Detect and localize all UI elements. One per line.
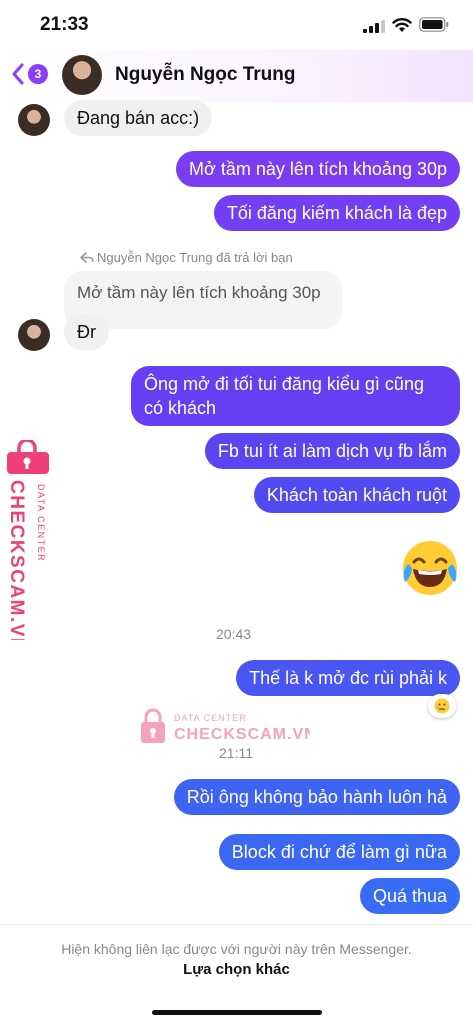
- reply-note: Nguyễn Ngọc Trung đã trả lời bạn: [80, 250, 293, 265]
- blocked-footer: Hiện không liên lạc được với người này t…: [0, 924, 473, 1024]
- svg-text:CHECKSCAM.VN: CHECKSCAM.VN: [174, 726, 310, 743]
- other-options-button[interactable]: Lựa chọn khác: [0, 961, 473, 978]
- contact-avatar[interactable]: [62, 55, 102, 95]
- quoted-message[interactable]: Mở tầm này lên tích khoảng 30p: [64, 271, 342, 329]
- outgoing-message[interactable]: Ông mở đi tối tui đăng kiểu gì cũng có k…: [131, 366, 460, 426]
- svg-text:DATA CENTER: DATA CENTER: [36, 484, 46, 562]
- outgoing-message[interactable]: Mở tầm này lên tích khoảng 30p: [176, 151, 460, 187]
- outgoing-message[interactable]: Quá thua: [359, 878, 460, 914]
- outgoing-message[interactable]: Fb tui ít ai làm dịch vụ fb lắm: [204, 433, 460, 469]
- battery-icon: [419, 17, 449, 32]
- cellular-signal-icon: [363, 20, 385, 33]
- home-indicator[interactable]: [152, 1010, 322, 1015]
- contact-avatar-small[interactable]: [18, 104, 50, 136]
- laughing-tears-emoji[interactable]: [400, 538, 460, 598]
- checkscam-watermark-logo: DATA CENTER CHECKSCAM.VN: [6, 440, 49, 640]
- outgoing-message[interactable]: Thế là k mở đc rùi phải k: [236, 660, 460, 696]
- incoming-message[interactable]: Đr: [64, 314, 109, 350]
- outgoing-message[interactable]: Rồi ông không bảo hành luôn hả: [173, 779, 460, 815]
- unread-count-badge: 3: [28, 64, 48, 84]
- status-bar: 21:33: [0, 0, 473, 50]
- outgoing-message[interactable]: Tối đăng kiếm khách là đẹp: [213, 195, 460, 231]
- contact-avatar-small[interactable]: [18, 319, 50, 351]
- timestamp: 20:43: [216, 626, 252, 642]
- message-line: Ông mở đi tối tui đăng kiểu gì cũng: [144, 374, 424, 394]
- conversation-header: 3 Nguyễn Ngọc Trung: [0, 50, 473, 102]
- unreachable-notice: Hiện không liên lạc được với người này t…: [61, 941, 412, 957]
- incoming-message[interactable]: Đang bán acc:): [64, 100, 213, 136]
- outgoing-message[interactable]: Khách toàn khách ruột: [253, 477, 460, 513]
- contact-name[interactable]: Nguyễn Ngọc Trung: [115, 64, 296, 86]
- message-line: có khách: [144, 398, 217, 418]
- checkscam-watermark-logo: DATA CENTER CHECKSCAM.VN: [141, 708, 310, 743]
- reply-arrow-icon: [80, 252, 94, 263]
- crying-face-emoji: [434, 698, 450, 714]
- wifi-icon: [392, 18, 412, 32]
- svg-text:DATA CENTER: DATA CENTER: [174, 713, 247, 723]
- chevron-left-icon: [12, 63, 24, 85]
- timestamp: 21:11: [219, 745, 253, 761]
- outgoing-message[interactable]: Block đi chứ để làm gì nữa: [218, 834, 460, 870]
- message-reaction[interactable]: [428, 694, 456, 718]
- status-time: 21:33: [40, 14, 89, 35]
- reply-note-text: Nguyễn Ngọc Trung đã trả lời bạn: [97, 250, 293, 265]
- svg-text:CHECKSCAM.VN: CHECKSCAM.VN: [6, 480, 27, 640]
- back-button[interactable]: 3: [10, 62, 48, 86]
